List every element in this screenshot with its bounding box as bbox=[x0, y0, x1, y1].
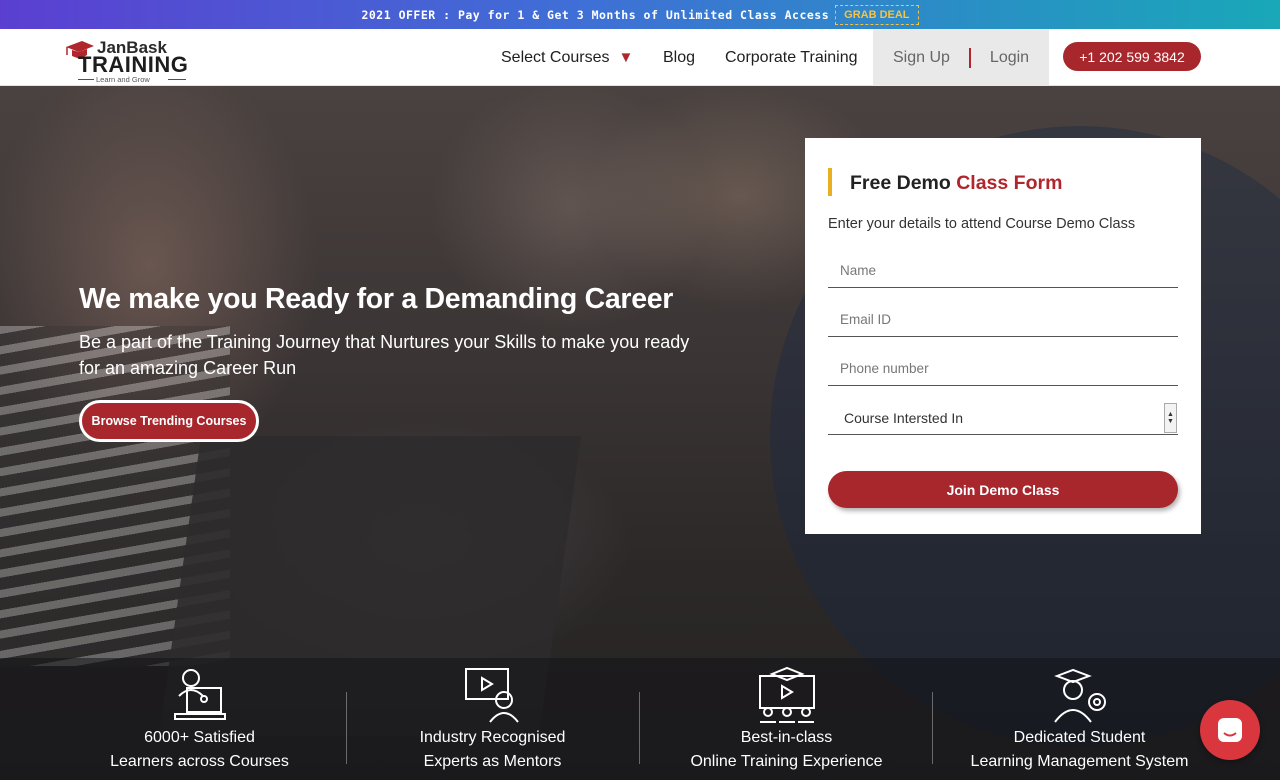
demo-class-form: Free Demo Class Form Enter your details … bbox=[805, 138, 1201, 534]
feature-line2: Learners across Courses bbox=[110, 753, 289, 770]
offer-banner: 2021 OFFER : Pay for 1 & Get 3 Months of… bbox=[0, 0, 1280, 29]
form-title-part1: Free Demo bbox=[850, 172, 957, 194]
auth-box: Sign Up Login bbox=[873, 29, 1049, 86]
name-field[interactable] bbox=[828, 254, 1178, 288]
hero-section: We make you Ready for a Demanding Career… bbox=[0, 86, 1280, 780]
nav-corporate-training[interactable]: Corporate Training bbox=[725, 29, 858, 86]
course-select-value: Course Intersted In bbox=[844, 410, 964, 426]
feature-line1: Industry Recognised bbox=[419, 729, 566, 746]
form-description: Enter your details to attend Course Demo… bbox=[828, 216, 1136, 232]
login-link[interactable]: Login bbox=[990, 49, 1029, 67]
browse-courses-button[interactable]: Browse Trending Courses bbox=[79, 400, 259, 442]
caret-down-icon: ▼ bbox=[618, 49, 634, 66]
features-strip: 6000+ Satisfied Learners across Courses … bbox=[0, 658, 1280, 780]
feature-item: Dedicated Student Learning Management Sy… bbox=[933, 658, 1226, 780]
signup-link[interactable]: Sign Up bbox=[893, 49, 950, 67]
chat-icon bbox=[1218, 718, 1242, 742]
grab-deal-button[interactable]: GRAB DEAL bbox=[835, 4, 919, 25]
classroom-icon bbox=[758, 666, 815, 723]
graduate-icon bbox=[1053, 668, 1106, 723]
feature-line2: Learning Management System bbox=[970, 753, 1189, 770]
site-header: JanBask TRAINING Learn and Grow Select C… bbox=[0, 29, 1280, 86]
logo-tagline: Learn and Grow bbox=[96, 75, 150, 84]
logo-rule-right bbox=[168, 79, 186, 80]
feature-line1: Dedicated Student bbox=[1013, 729, 1146, 746]
feature-item: Industry Recognised Experts as Mentors bbox=[346, 658, 639, 780]
learner-laptop-icon bbox=[173, 669, 226, 720]
logo-rule-left bbox=[78, 79, 94, 80]
offer-text: 2021 OFFER : Pay for 1 & Get 3 Months of… bbox=[361, 7, 830, 22]
nav-select-courses[interactable]: Select Courses ▼ bbox=[501, 29, 633, 86]
feature-line1: Best-in-class bbox=[740, 729, 833, 746]
form-title-part2: Class Form bbox=[956, 172, 1063, 194]
mentor-video-icon bbox=[464, 668, 519, 723]
select-arrows-icon[interactable]: ▲ ▼ bbox=[1164, 403, 1177, 433]
auth-divider bbox=[968, 47, 971, 68]
hero-title: We make you Ready for a Demanding Career bbox=[79, 283, 674, 315]
hero-subtitle: Be a part of the Training Journey that N… bbox=[79, 332, 690, 378]
course-select[interactable]: Course Intersted In ▲ ▼ bbox=[828, 402, 1178, 435]
feature-item: Best-in-class Online Training Experience bbox=[640, 658, 933, 780]
phone-field[interactable] bbox=[828, 352, 1178, 386]
form-title: Free Demo Class Form bbox=[850, 172, 1062, 195]
email-field[interactable] bbox=[828, 303, 1178, 337]
feature-line1: 6000+ Satisfied bbox=[144, 729, 255, 746]
form-title-accent bbox=[828, 168, 832, 196]
feature-line2: Experts as Mentors bbox=[423, 753, 562, 770]
feature-item: 6000+ Satisfied Learners across Courses bbox=[53, 658, 346, 780]
feature-line2: Online Training Experience bbox=[690, 753, 883, 770]
chat-widget-button[interactable] bbox=[1200, 700, 1260, 760]
nav-select-courses-label: Select Courses bbox=[501, 48, 610, 66]
join-demo-button[interactable]: Join Demo Class bbox=[828, 471, 1178, 508]
phone-button[interactable]: +1 202 599 3842 bbox=[1063, 42, 1201, 71]
nav-blog[interactable]: Blog bbox=[663, 29, 695, 86]
logo[interactable]: JanBask TRAINING Learn and Grow bbox=[64, 35, 194, 84]
